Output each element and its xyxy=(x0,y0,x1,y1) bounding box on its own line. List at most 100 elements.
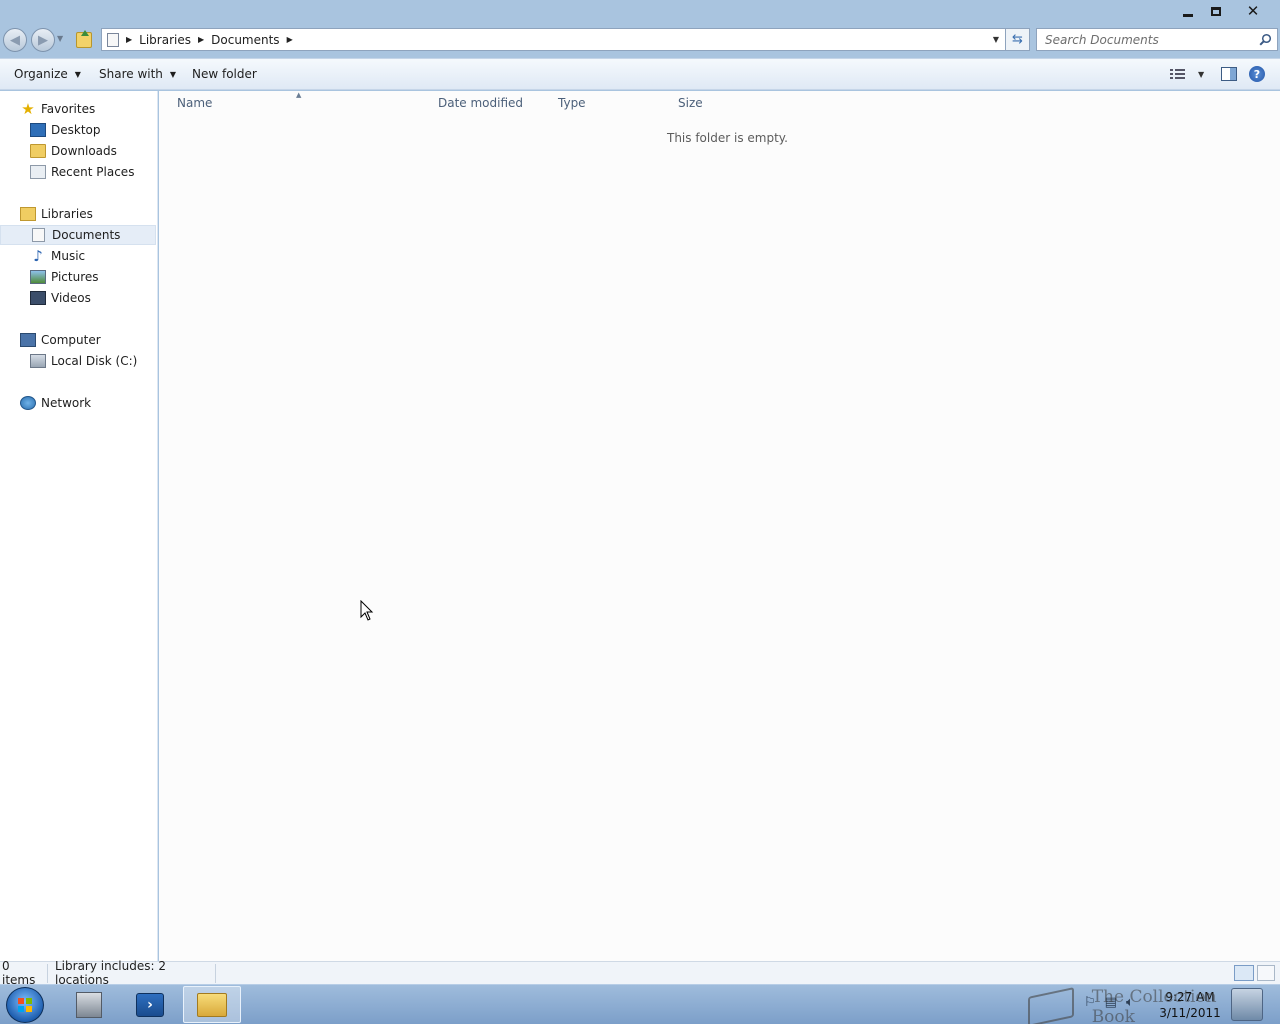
watermark: The Collection Book xyxy=(1028,987,1264,1024)
nav-libraries[interactable]: Libraries xyxy=(0,204,156,224)
back-button[interactable]: ◀ xyxy=(3,28,27,52)
empty-folder-message: This folder is empty. xyxy=(667,131,788,145)
share-with-button[interactable]: Share with ▼ xyxy=(99,67,176,81)
address-bar[interactable]: ▶ Libraries ▶ Documents ▶ ▼ xyxy=(101,28,1006,51)
taskbar-powershell[interactable]: › xyxy=(121,986,179,1023)
column-header-size[interactable]: Size xyxy=(678,96,703,110)
videos-icon xyxy=(30,291,46,305)
large-icons-view-icon[interactable] xyxy=(1257,965,1275,981)
nav-item-label: Downloads xyxy=(51,144,117,158)
nav-item-label: Pictures xyxy=(51,270,99,284)
address-history-dropdown-icon[interactable]: ▼ xyxy=(993,35,999,44)
recent-pages-dropdown[interactable]: ▼ xyxy=(57,34,63,43)
column-header-type[interactable]: Type xyxy=(558,96,586,110)
minimize-button[interactable] xyxy=(1175,2,1201,20)
minimize-icon xyxy=(1183,13,1193,17)
watermark-text: The Collection Book xyxy=(1091,987,1217,1024)
maximize-button[interactable] xyxy=(1203,2,1229,20)
search-input[interactable] xyxy=(1045,32,1255,47)
nav-item-label: Documents xyxy=(52,228,121,242)
star-icon: ★ xyxy=(21,100,35,118)
taskbar-windows-explorer[interactable] xyxy=(183,986,241,1023)
breadcrumb-libraries[interactable]: Libraries xyxy=(139,33,191,47)
nav-item-pictures[interactable]: Pictures xyxy=(0,267,156,287)
new-folder-button[interactable]: New folder xyxy=(192,67,257,81)
close-icon: ✕ xyxy=(1246,2,1260,20)
close-button[interactable]: ✕ xyxy=(1240,2,1266,20)
details-view-icon[interactable] xyxy=(1234,965,1254,981)
nav-item-label: Recent Places xyxy=(51,165,135,179)
breadcrumb-separator-icon[interactable]: ▶ xyxy=(287,35,293,44)
nav-item-label: Local Disk (C:) xyxy=(51,354,138,368)
downloads-folder-icon xyxy=(30,144,46,158)
maximize-icon xyxy=(1211,6,1221,16)
forward-button[interactable]: ▶ xyxy=(31,28,55,52)
nav-item-label: Desktop xyxy=(51,123,101,137)
chevron-down-icon: ▼ xyxy=(169,69,177,79)
sort-ascending-icon: ▲ xyxy=(296,91,302,99)
breadcrumb-separator-icon[interactable]: ▶ xyxy=(126,35,132,44)
nav-libraries-label: Libraries xyxy=(41,207,93,221)
nav-item-recent-places[interactable]: Recent Places xyxy=(0,162,156,182)
refresh-button[interactable]: ⇆ xyxy=(1006,28,1030,51)
taskbar-server-manager[interactable] xyxy=(60,986,118,1023)
nav-favorites-label: Favorites xyxy=(41,102,96,116)
book-icon xyxy=(1028,987,1074,1024)
nav-item-local-disk[interactable]: Local Disk (C:) xyxy=(0,351,156,371)
change-view-icon[interactable] xyxy=(1170,68,1186,80)
nav-item-downloads[interactable]: Downloads xyxy=(0,141,156,161)
nav-item-music[interactable]: ♪ Music xyxy=(0,246,156,266)
start-button[interactable] xyxy=(6,987,44,1023)
music-note-icon: ♪ xyxy=(33,247,43,265)
nav-network-label: Network xyxy=(41,396,92,410)
explorer-folder-icon xyxy=(197,992,227,1017)
network-icon xyxy=(20,396,36,410)
pictures-icon xyxy=(30,270,46,284)
organize-button[interactable]: Organize ▼ xyxy=(14,67,81,81)
help-icon[interactable]: ? xyxy=(1249,66,1265,82)
new-folder-label: New folder xyxy=(192,67,257,81)
back-arrow-icon: ◀ xyxy=(10,32,20,48)
desktop-icon xyxy=(30,123,46,137)
share-with-label: Share with xyxy=(99,67,163,81)
nav-computer-label: Computer xyxy=(41,333,101,347)
recent-places-icon xyxy=(30,165,46,179)
computer-icon xyxy=(20,333,36,347)
hard-disk-icon xyxy=(30,354,46,368)
navigation-pane: ★ Favorites Desktop Downloads Recent Pla… xyxy=(0,91,158,961)
mouse-pointer-icon xyxy=(360,600,374,621)
address-row: ◀ ▶ ▼ ▶ Libraries ▶ Documents ▶ ▼ ⇆ xyxy=(0,26,1280,56)
nav-item-videos[interactable]: Videos xyxy=(0,288,156,308)
up-folder-icon[interactable] xyxy=(76,30,92,48)
status-bar: 0 items Library includes: 2 locations xyxy=(0,959,1280,987)
item-count: 0 items xyxy=(0,959,48,987)
library-location-icon xyxy=(107,32,119,47)
nav-item-label: Music xyxy=(51,249,86,263)
server-manager-icon xyxy=(76,991,102,1018)
nav-item-label: Videos xyxy=(51,291,91,305)
chevron-down-icon: ▼ xyxy=(74,69,81,79)
powershell-icon: › xyxy=(136,992,164,1017)
forward-arrow-icon: ▶ xyxy=(38,32,48,48)
command-bar: Organize ▼ Share with ▼ New folder ▼ xyxy=(0,58,1280,90)
breadcrumb-separator-icon[interactable]: ▶ xyxy=(198,35,204,44)
view-options-dropdown-icon[interactable]: ▼ xyxy=(1198,70,1204,79)
library-locations[interactable]: Library includes: 2 locations xyxy=(48,959,216,987)
search-icon[interactable] xyxy=(1259,33,1272,46)
nav-network[interactable]: Network xyxy=(0,393,156,413)
column-header-date-modified[interactable]: Date modified xyxy=(438,96,523,110)
nav-favorites[interactable]: ★ Favorites xyxy=(0,99,156,119)
nav-item-desktop[interactable]: Desktop xyxy=(0,120,156,140)
preview-pane-icon[interactable] xyxy=(1221,67,1237,81)
libraries-icon xyxy=(20,207,36,221)
nav-computer[interactable]: Computer xyxy=(0,330,156,350)
organize-label: Organize xyxy=(14,67,68,81)
title-bar: ✕ xyxy=(0,0,1280,26)
breadcrumb-documents[interactable]: Documents xyxy=(211,33,279,47)
nav-item-documents[interactable]: Documents xyxy=(0,225,156,245)
column-header-name[interactable]: Name xyxy=(177,96,212,110)
file-list-pane[interactable]: ▲ Name Date modified Type Size This fold… xyxy=(159,91,1280,961)
search-box[interactable] xyxy=(1036,28,1278,51)
documents-icon xyxy=(32,228,45,242)
refresh-icon: ⇆ xyxy=(1012,32,1023,47)
